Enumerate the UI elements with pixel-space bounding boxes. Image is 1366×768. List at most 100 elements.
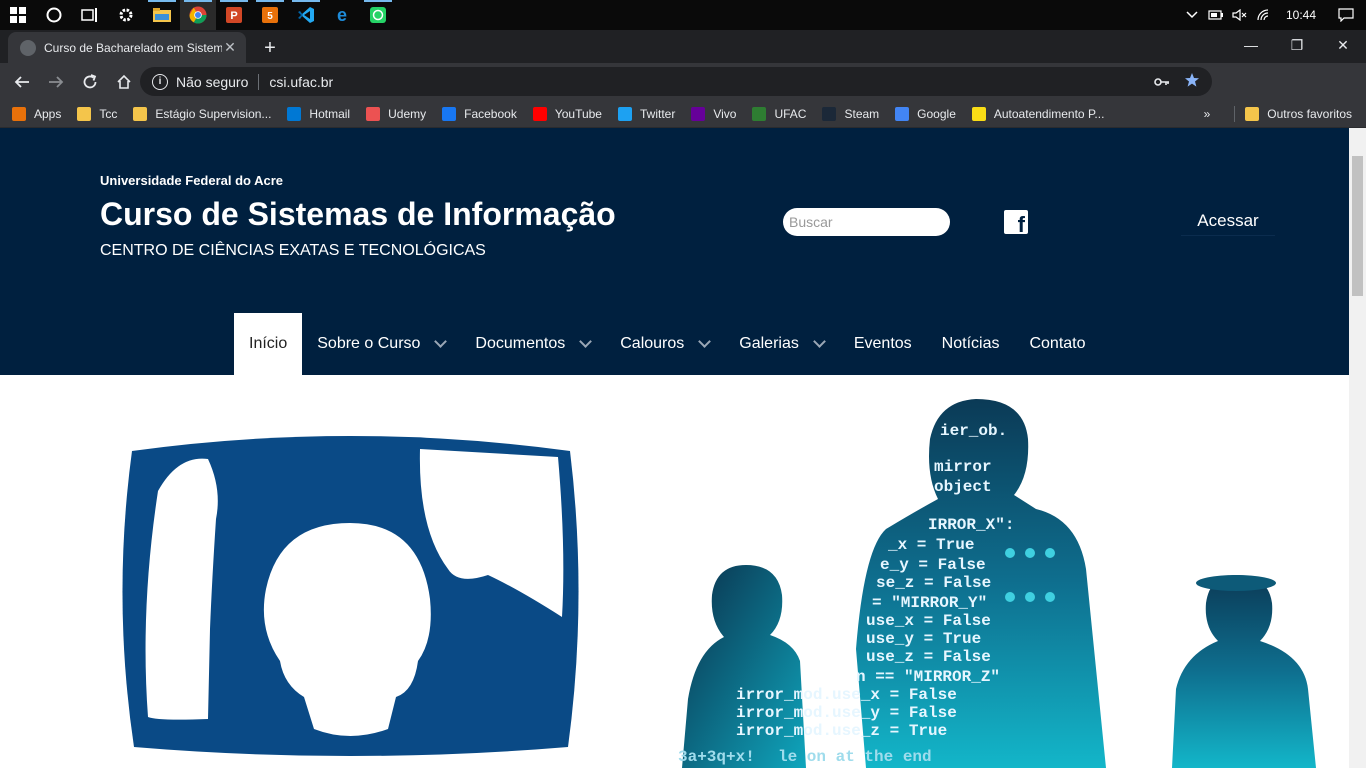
home-icon[interactable] [108, 66, 140, 98]
window-close-button[interactable]: ✕ [1320, 30, 1366, 60]
facebook-icon [442, 106, 457, 121]
code-text-line: mirror [934, 458, 992, 476]
battery-icon[interactable] [1204, 0, 1228, 30]
svg-text:P: P [230, 10, 237, 22]
chevron-down-icon[interactable] [579, 335, 593, 348]
bookmark-item[interactable]: Facebook [442, 106, 517, 121]
twitter-icon [617, 106, 632, 121]
login-button[interactable]: Acessar [1181, 206, 1275, 236]
center-name: CENTRO DE CIÊNCIAS EXATAS E TECNOLÓGICAS [100, 242, 486, 259]
bookmark-item[interactable]: Vivo [691, 106, 736, 121]
nav-item[interactable]: Sobre o Curso [302, 313, 460, 375]
code-text-line: use_y = True [866, 630, 981, 648]
powerpoint-icon[interactable]: P [216, 0, 252, 30]
whatsapp-icon[interactable] [360, 0, 396, 30]
nav-item[interactable]: Eventos [839, 313, 927, 375]
volume-muted-icon[interactable] [1228, 0, 1252, 30]
nav-item[interactable]: Documentos [460, 313, 605, 375]
code-text-line: e_y = False [880, 556, 986, 574]
bb-icon [971, 106, 986, 121]
file-explorer-icon[interactable] [144, 0, 180, 30]
bookmark-label: Steam [844, 106, 880, 121]
bookmark-label: Tcc [99, 106, 118, 121]
bookmark-label: Estágio Supervision... [155, 106, 272, 121]
nav-item-label: Início [249, 335, 288, 352]
chrome-icon[interactable] [180, 0, 216, 30]
wifi-icon[interactable] [1252, 0, 1276, 30]
back-arrow-icon[interactable] [6, 66, 38, 98]
course-title[interactable]: Curso de Sistemas de Informação [100, 196, 616, 233]
key-icon[interactable] [1154, 74, 1170, 90]
bookmark-item[interactable]: Steam [822, 106, 880, 121]
bookmarks-overflow-icon[interactable]: » [1204, 107, 1211, 121]
nav-item-label: Notícias [941, 335, 1000, 352]
vivo-icon [691, 106, 706, 121]
reload-icon[interactable] [74, 66, 106, 98]
tab-title: Curso de Bacharelado em Sistem [44, 40, 222, 55]
url-text[interactable]: csi.ufac.br [269, 74, 333, 90]
nav-item[interactable]: Calouros [605, 313, 724, 375]
site-favicon-icon [20, 39, 36, 56]
bookmark-label: Hotmail [309, 106, 351, 121]
address-separator [258, 73, 260, 90]
minimize-button[interactable]: — [1228, 30, 1274, 60]
bookmark-item[interactable]: UFAC [752, 106, 806, 121]
action-center-icon[interactable] [1326, 0, 1366, 30]
search-input[interactable] [783, 208, 950, 236]
task-view-icon[interactable] [72, 0, 108, 30]
folder-icon [77, 106, 92, 121]
nav-item-label: Galerias [739, 335, 799, 352]
settings-gear-icon[interactable] [108, 0, 144, 30]
browser-tab[interactable]: Curso de Bacharelado em Sistem ✕ [8, 32, 246, 63]
html5-editor-icon[interactable]: 5 [252, 0, 288, 30]
scrollbar-thumb[interactable] [1352, 156, 1363, 296]
svg-text:e: e [337, 6, 347, 24]
bookmark-item[interactable]: Autoatendimento P... [971, 106, 1105, 121]
bookmarks-separator [1234, 105, 1236, 122]
bookmark-star-icon[interactable] [1184, 72, 1200, 91]
page-scrollbar[interactable] [1349, 128, 1366, 768]
code-text-line: n == "MIRROR_Z" [856, 668, 1000, 686]
chevron-down-icon[interactable] [434, 335, 448, 348]
bookmark-item[interactable]: Hotmail [287, 106, 351, 121]
bookmark-item[interactable]: Apps [12, 106, 61, 121]
bookmark-label: Udemy [388, 106, 427, 121]
facebook-icon[interactable]: f [1004, 210, 1028, 236]
bookmark-item[interactable]: Udemy [366, 106, 427, 121]
main-navigation: Início Sobre o Curso Documentos Calouros Gal… [234, 313, 1101, 375]
steam-icon [822, 106, 837, 121]
youtube-icon [532, 106, 547, 121]
clock-time[interactable]: 10:44 [1276, 8, 1326, 22]
vscode-icon[interactable] [288, 0, 324, 30]
windows-start-icon[interactable] [0, 0, 36, 30]
nav-item-label: Contato [1029, 335, 1086, 352]
nav-item[interactable]: Início [234, 313, 303, 375]
chevron-down-icon[interactable] [698, 335, 712, 348]
bookmark-label: Google [917, 106, 956, 121]
site-info-icon[interactable]: i [152, 73, 168, 90]
chevron-up-icon[interactable] [1180, 0, 1204, 30]
other-bookmarks-folder[interactable]: Outros favoritos [1245, 106, 1352, 121]
edge-icon[interactable]: e [324, 0, 360, 30]
bookmark-item[interactable]: Twitter [617, 106, 675, 121]
new-tab-button[interactable]: + [256, 34, 284, 62]
outlook-icon [287, 106, 302, 121]
bookmark-item[interactable]: Estágio Supervision... [133, 106, 272, 121]
restore-button[interactable]: ❐ [1274, 30, 1320, 60]
nav-item[interactable]: Galerias [724, 313, 839, 375]
cortana-search-icon[interactable] [36, 0, 72, 30]
bookmark-item[interactable]: YouTube [532, 106, 602, 121]
tab-close-icon[interactable]: ✕ [222, 39, 238, 56]
web-page: Universidade Federal do Acre Curso de Si… [0, 128, 1349, 768]
university-name: Universidade Federal do Acre [100, 173, 284, 188]
nav-item[interactable]: Notícias [927, 313, 1015, 375]
code-text-line: 3a+3q+x! [678, 748, 755, 766]
forward-arrow-icon[interactable] [40, 66, 72, 98]
address-bar[interactable]: i Não seguro csi.ufac.br [140, 67, 1212, 96]
chevron-down-icon[interactable] [812, 335, 826, 348]
nav-item[interactable]: Contato [1014, 313, 1100, 375]
security-status: Não seguro [176, 73, 249, 90]
bookmark-item[interactable]: Tcc [77, 106, 118, 121]
bookmark-label: Autoatendimento P... [993, 106, 1105, 121]
bookmark-item[interactable]: Google [895, 106, 956, 121]
